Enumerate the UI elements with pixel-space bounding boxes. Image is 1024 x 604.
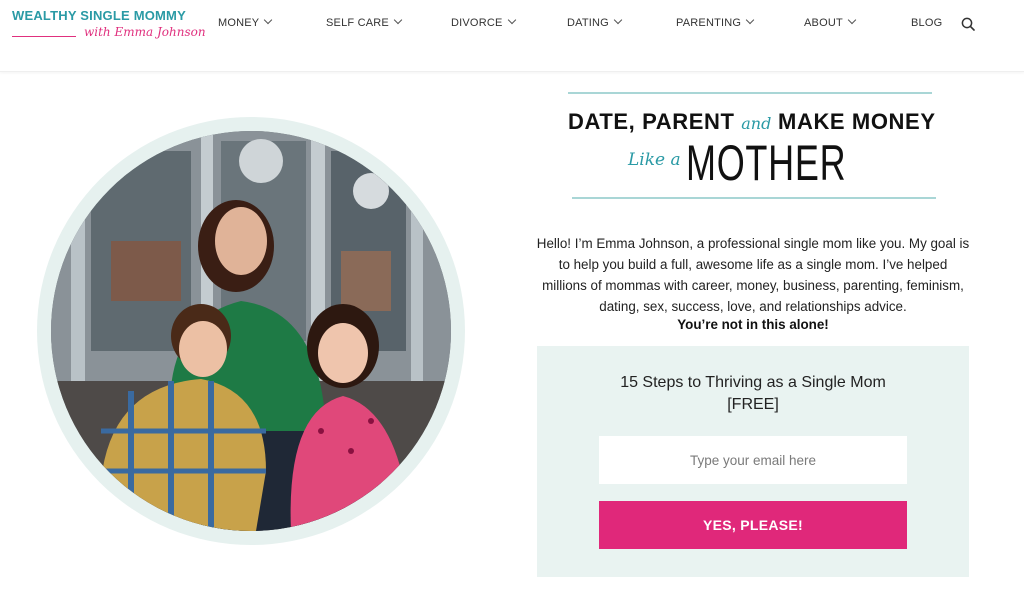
logo-tagline: with Emma Johnson: [84, 25, 206, 39]
nav-label: BLOG: [911, 17, 943, 29]
site-header: WEALTHY SINGLE MOMMY with Emma Johnson M…: [0, 0, 1024, 72]
optin-panel: 15 Steps to Thriving as a Single Mom [FR…: [537, 346, 969, 577]
nav-label: SELF CARE: [326, 17, 389, 29]
search-icon[interactable]: [961, 17, 975, 31]
headline-like-a: Like a: [628, 150, 681, 170]
nav-item-divorce[interactable]: DIVORCE: [451, 15, 516, 29]
hero-family-photo: [51, 131, 451, 531]
headline-part-1: DATE, PARENT: [568, 109, 735, 134]
optin-title-line-1: 15 Steps to Thriving as a Single Mom: [620, 374, 886, 391]
intro-paragraph: Hello! I’m Emma Johnson, a professional …: [536, 236, 970, 314]
chevron-down-icon: [745, 15, 755, 25]
chevron-down-icon: [847, 15, 857, 25]
headline-mother: MOTHER: [686, 135, 847, 191]
chevron-down-icon: [507, 15, 516, 25]
optin-title-line-2: [FREE]: [727, 396, 779, 413]
headline-part-2: MAKE MONEY: [778, 109, 936, 134]
headline-and: and: [741, 114, 772, 133]
intro-tagline: You’re not in this alone!: [677, 317, 829, 332]
logo-underline: [12, 36, 76, 37]
headline-top-rule: [568, 92, 932, 94]
headline-line-1: DATE, PARENT and MAKE MONEY: [568, 109, 935, 135]
nav-item-about[interactable]: ABOUT: [804, 15, 857, 29]
nav-label: DIVORCE: [451, 17, 503, 29]
chevron-down-icon: [613, 15, 623, 25]
nav-item-parenting[interactable]: PARENTING: [676, 15, 755, 29]
nav-label: ABOUT: [804, 17, 843, 29]
submit-button[interactable]: YES, PLEASE!: [599, 501, 907, 549]
email-field[interactable]: [599, 436, 907, 484]
nav-item-money[interactable]: MONEY: [218, 15, 273, 29]
nav-item-dating[interactable]: DATING: [567, 15, 623, 29]
nav-label: PARENTING: [676, 17, 742, 29]
nav-label: DATING: [567, 17, 609, 29]
nav-item-blog[interactable]: BLOG: [911, 17, 942, 29]
headline-bottom-rule: [572, 197, 936, 199]
nav-item-self-care[interactable]: SELF CARE: [326, 15, 403, 29]
logo-brand-name: WEALTHY SINGLE MOMMY: [12, 8, 186, 23]
family-photo-illustration: [51, 131, 451, 531]
optin-title: 15 Steps to Thriving as a Single Mom [FR…: [537, 372, 969, 416]
site-logo[interactable]: WEALTHY SINGLE MOMMY with Emma Johnson: [12, 8, 206, 48]
nav-label: MONEY: [218, 17, 260, 29]
chevron-down-icon: [393, 15, 403, 25]
chevron-down-icon: [264, 15, 273, 25]
